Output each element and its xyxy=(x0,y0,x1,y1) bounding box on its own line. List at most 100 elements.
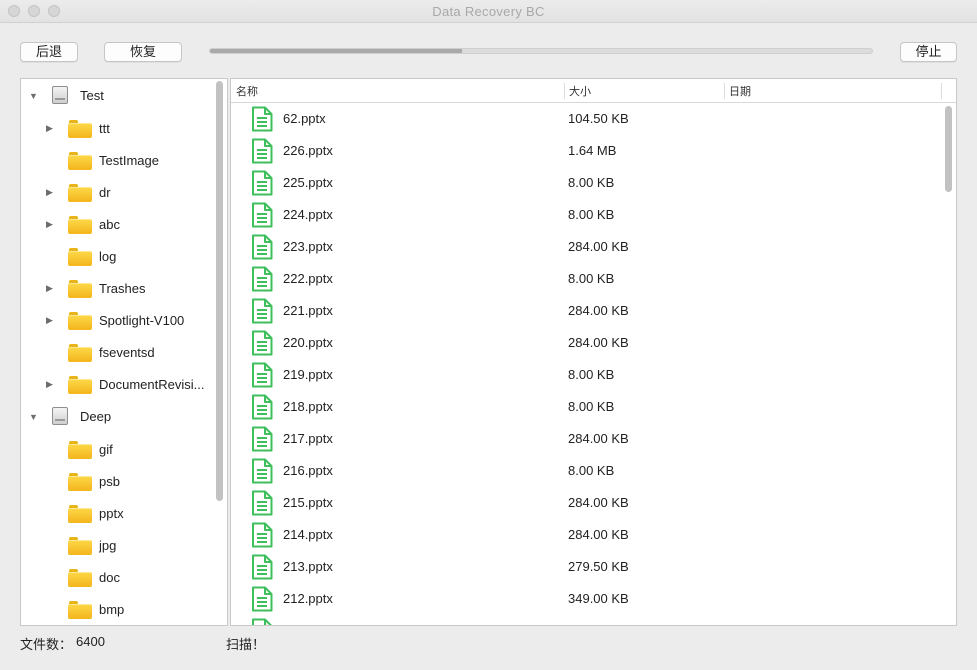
file-row[interactable]: 226.pptx 1.64 MB xyxy=(231,135,941,167)
file-row[interactable]: 213.pptx 279.50 KB xyxy=(231,551,941,583)
file-row[interactable]: 223.pptx 284.00 KB xyxy=(231,231,941,263)
file-size: 284.00 KB xyxy=(568,431,629,446)
column-header-name[interactable]: 名称 xyxy=(236,83,258,99)
file-size: 284.00 KB xyxy=(568,303,629,318)
document-file-icon xyxy=(251,298,273,324)
document-file-icon xyxy=(251,394,273,420)
file-list-header: 名称 大小 日期 xyxy=(231,79,956,103)
tree-item-label: jpg xyxy=(99,538,117,553)
scan-progress-bar xyxy=(209,48,873,54)
file-row[interactable]: 225.pptx 8.00 KB xyxy=(231,167,941,199)
tree-item[interactable]: gif xyxy=(21,437,211,461)
disclosure-triangle-collapsed-icon[interactable]: ▶ xyxy=(46,379,56,389)
document-file-icon xyxy=(251,426,273,452)
recover-button[interactable]: 恢复 xyxy=(104,42,182,62)
disclosure-triangle-collapsed-icon[interactable]: ▶ xyxy=(46,315,56,325)
column-divider[interactable] xyxy=(724,83,725,99)
tree-item-label: fseventsd xyxy=(99,345,155,360)
folder-tree[interactable]: ▼ Test ▶ ttt TestImage ▶ dr ▶ abc log ▶ Trashes ▶ Spo… xyxy=(20,78,228,626)
tree-item-label: DocumentRevisi... xyxy=(99,377,205,392)
file-row[interactable]: 62.pptx 104.50 KB xyxy=(231,103,941,135)
disclosure-triangle-collapsed-icon[interactable]: ▶ xyxy=(46,219,56,229)
file-row[interactable]: 222.pptx 8.00 KB xyxy=(231,263,941,295)
file-name: 214.pptx xyxy=(283,527,333,542)
column-header-size[interactable]: 大小 xyxy=(569,83,591,99)
document-file-icon xyxy=(251,586,273,612)
tree-item[interactable]: psb xyxy=(21,469,211,493)
tree-item-label: abc xyxy=(99,217,120,232)
hard-disk-icon xyxy=(52,86,68,104)
tree-item[interactable]: ▶ ttt xyxy=(21,116,211,140)
tree-item-label: psb xyxy=(99,474,120,489)
document-file-icon xyxy=(251,618,273,625)
file-name: 218.pptx xyxy=(283,399,333,414)
file-row[interactable]: 215.pptx 284.00 KB xyxy=(231,487,941,519)
tree-item[interactable]: log xyxy=(21,244,211,268)
disclosure-triangle-collapsed-icon[interactable]: ▶ xyxy=(46,187,56,197)
tree-item[interactable]: jpg xyxy=(21,533,211,557)
file-count-label: 文件数： xyxy=(20,637,73,652)
folder-icon xyxy=(68,120,92,138)
file-row[interactable]: 212.pptx 349.00 KB xyxy=(231,583,941,615)
tree-item[interactable]: ▶ abc xyxy=(21,212,211,236)
tree-item[interactable]: doc xyxy=(21,565,211,589)
back-button[interactable]: 后退 xyxy=(20,42,78,62)
tree-item[interactable]: pptx xyxy=(21,501,211,525)
tree-item[interactable]: fseventsd xyxy=(21,340,211,364)
hard-disk-icon xyxy=(52,407,68,425)
file-row[interactable]: 219.pptx 8.00 KB xyxy=(231,359,941,391)
file-name: 223.pptx xyxy=(283,239,333,254)
tree-item[interactable]: ▼ Deep xyxy=(21,405,211,429)
folder-icon xyxy=(68,312,92,330)
file-size: 8.00 KB xyxy=(568,175,615,190)
tree-item-label: TestImage xyxy=(99,153,159,168)
file-name: 217.pptx xyxy=(283,431,333,446)
folder-icon xyxy=(68,344,92,362)
file-row[interactable]: 218.pptx 8.00 KB xyxy=(231,391,941,423)
folder-icon xyxy=(68,152,92,170)
disclosure-triangle-collapsed-icon[interactable]: ▶ xyxy=(46,283,56,293)
tree-item-label: bmp xyxy=(99,602,125,617)
file-name: 222.pptx xyxy=(283,271,333,286)
folder-icon xyxy=(68,184,92,202)
file-row[interactable]: 224.pptx 8.00 KB xyxy=(231,199,941,231)
file-list[interactable]: 名称 大小 日期 62.pptx 104.50 KB 226.pptx 1.64 MB… xyxy=(230,78,957,626)
document-file-icon xyxy=(251,554,273,580)
file-row[interactable]: 214.pptx 284.00 KB xyxy=(231,519,941,551)
tree-item[interactable]: ▶ DocumentRevisi... xyxy=(21,372,211,396)
tree-item[interactable]: ▶ dr xyxy=(21,180,211,204)
column-divider[interactable] xyxy=(941,83,942,99)
disclosure-triangle-collapsed-icon[interactable]: ▶ xyxy=(46,123,56,133)
file-name: 224.pptx xyxy=(283,207,333,222)
folder-icon xyxy=(68,216,92,234)
file-size: 284.00 KB xyxy=(568,239,629,254)
tree-item[interactable]: bmp xyxy=(21,597,211,621)
file-row[interactable]: 221.pptx 284.00 KB xyxy=(231,295,941,327)
column-header-date[interactable]: 日期 xyxy=(729,83,751,99)
document-file-icon xyxy=(251,266,273,292)
column-divider[interactable] xyxy=(564,83,565,99)
document-file-icon xyxy=(251,106,273,132)
file-size: 349.00 KB xyxy=(568,591,629,606)
tree-item[interactable]: ▶ Spotlight-V100 xyxy=(21,308,211,332)
disclosure-triangle-expanded-icon[interactable]: ▼ xyxy=(29,412,39,422)
file-row[interactable]: 220.pptx 284.00 KB xyxy=(231,327,941,359)
document-file-icon xyxy=(251,458,273,484)
tree-scrollbar[interactable] xyxy=(216,81,223,501)
folder-icon xyxy=(68,376,92,394)
file-row[interactable]: 216.pptx 8.00 KB xyxy=(231,455,941,487)
tree-item[interactable]: ▼ Test xyxy=(21,84,211,108)
tree-item[interactable]: TestImage xyxy=(21,148,211,172)
document-file-icon xyxy=(251,522,273,548)
disclosure-triangle-expanded-icon[interactable]: ▼ xyxy=(29,91,39,101)
file-name: 221.pptx xyxy=(283,303,333,318)
file-row[interactable]: 217.pptx 284.00 KB xyxy=(231,423,941,455)
file-name: 226.pptx xyxy=(283,143,333,158)
scan-progress-fill xyxy=(210,49,462,53)
tree-item[interactable]: ▶ Trashes xyxy=(21,276,211,300)
file-size: 8.00 KB xyxy=(568,367,615,382)
document-file-icon xyxy=(251,330,273,356)
file-list-scrollbar[interactable] xyxy=(945,106,952,192)
file-name: 219.pptx xyxy=(283,367,333,382)
stop-button[interactable]: 停止 xyxy=(900,42,957,62)
